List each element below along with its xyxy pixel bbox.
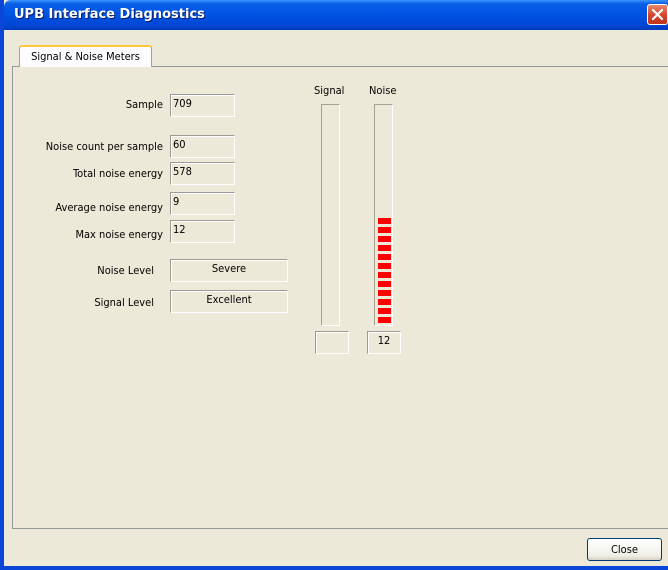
noise-meter-segment — [378, 245, 391, 251]
noise-level-field: Severe — [170, 259, 288, 282]
tab-signal-noise-meters[interactable]: Signal & Noise Meters — [19, 45, 152, 67]
sample-label: Sample — [125, 98, 163, 111]
noise-meter-value: 12 — [367, 331, 401, 354]
noise-count-label: Noise count per sample — [45, 140, 163, 153]
noise-meter-segment — [378, 308, 391, 314]
title-bar[interactable]: UPB Interface Diagnostics — [4, 0, 668, 30]
signal-level-field: Excellent — [170, 290, 288, 313]
avg-noise-label: Average noise energy — [55, 201, 163, 214]
avg-noise-field: 9 — [170, 192, 235, 215]
total-noise-label: Total noise energy — [73, 167, 163, 180]
max-noise-label: Max noise energy — [75, 228, 163, 241]
diagnostics-window: UPB Interface Diagnostics Signal & Noise… — [0, 0, 668, 570]
max-noise-field: 12 — [170, 220, 235, 243]
noise-meter-segment — [378, 317, 391, 323]
sample-field: 709 — [170, 94, 235, 117]
noise-meter-segment — [378, 299, 391, 305]
noise-meter-segment — [378, 272, 391, 278]
noise-count-field: 60 — [170, 135, 235, 158]
signal-meter-bar — [321, 104, 340, 326]
signal-meter-value — [315, 331, 349, 354]
close-button[interactable]: Close — [587, 538, 662, 561]
noise-meter-segment — [378, 290, 391, 296]
noise-meter-segment — [378, 254, 391, 260]
signal-level-label: Signal Level — [94, 296, 154, 309]
noise-level-label: Noise Level — [97, 264, 154, 277]
noise-meter-label: Noise — [369, 84, 397, 97]
window-client-area: Signal & Noise Meters Sample 709 Noise c… — [8, 30, 668, 566]
noise-meter-segment — [378, 263, 391, 269]
signal-meter-label: Signal — [314, 84, 345, 97]
window-title: UPB Interface Diagnostics — [14, 7, 205, 22]
noise-meter-segment — [378, 218, 391, 224]
total-noise-field: 578 — [170, 162, 235, 185]
noise-meter-segment — [378, 236, 391, 242]
noise-meter-segment — [378, 227, 391, 233]
noise-meter-bar — [374, 104, 393, 326]
noise-meter-segment — [378, 281, 391, 287]
window-close-icon[interactable] — [647, 4, 668, 25]
